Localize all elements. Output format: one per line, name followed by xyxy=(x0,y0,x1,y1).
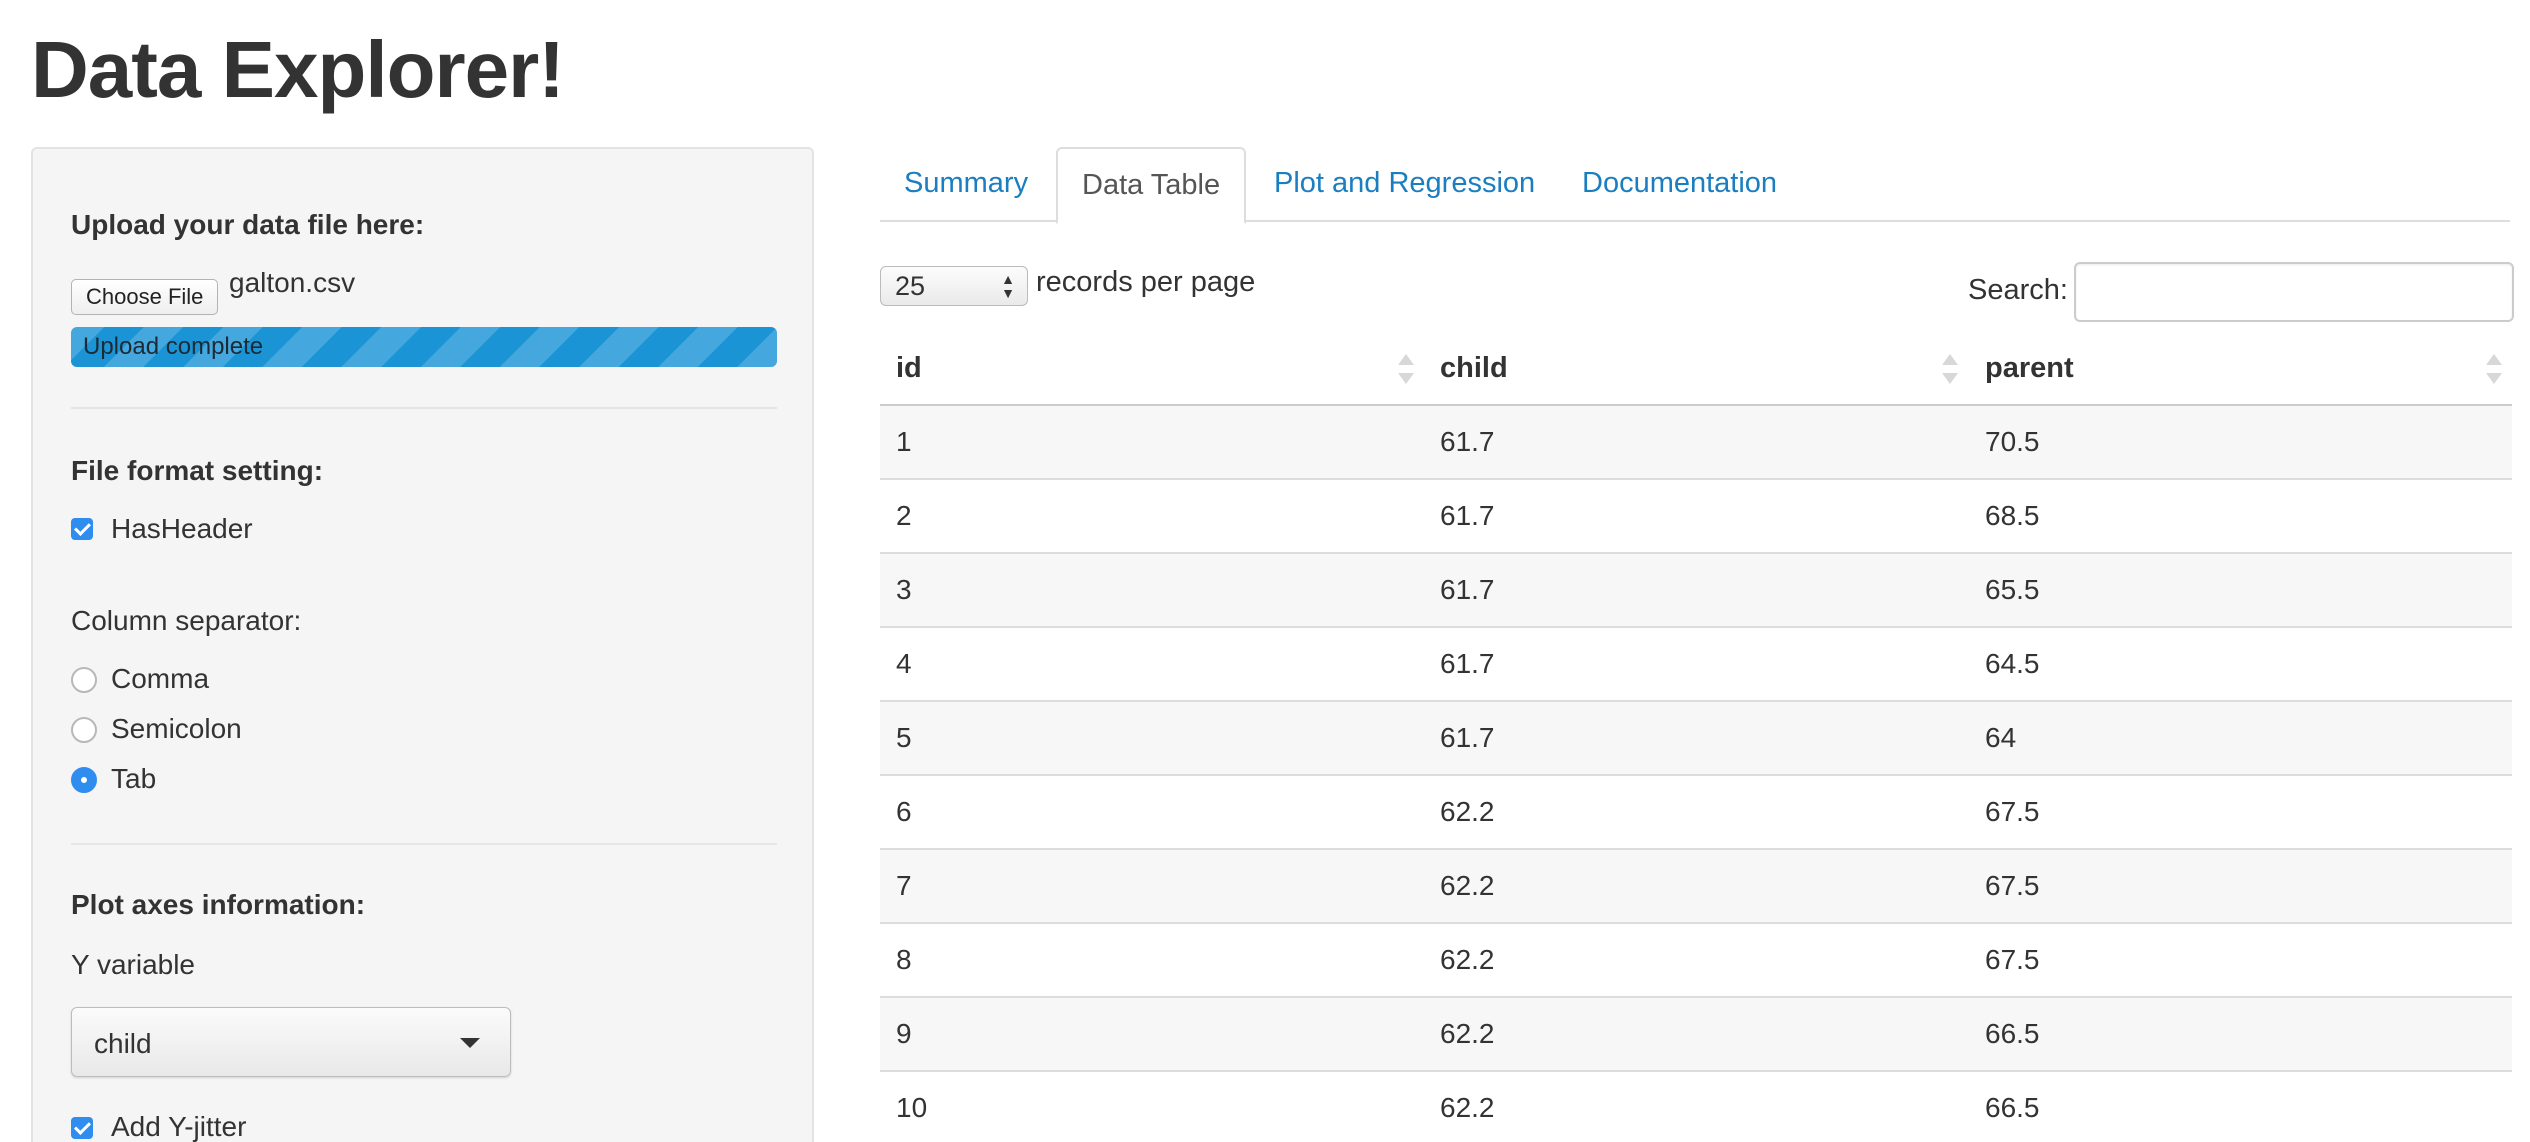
upload-progress-bar: Upload complete xyxy=(71,327,777,367)
y-variable-label: Y variable xyxy=(71,949,196,980)
column-header-id[interactable]: id xyxy=(896,352,922,385)
tab-plot-and-regression[interactable]: Plot and Regression xyxy=(1250,147,1559,222)
y-jitter-checkbox[interactable] xyxy=(71,1117,93,1139)
column-header-child[interactable]: child xyxy=(1440,352,1508,385)
data-table: id child parent 1 61.7 70.5 2 61.7 68.5 3 61.7 6… xyxy=(880,332,2512,1142)
table-cell-id: 4 xyxy=(896,648,912,679)
sort-icon[interactable] xyxy=(2486,354,2502,384)
table-row: 9 62.2 66.5 xyxy=(880,998,2512,1072)
table-row: 3 61.7 65.5 xyxy=(880,554,2512,628)
table-cell-id: 6 xyxy=(896,796,912,827)
tab-bar: Summary Data Table Plot and Regression D… xyxy=(880,147,2510,224)
table-row: 2 61.7 68.5 xyxy=(880,480,2512,554)
plot-axes-label: Plot axes information: xyxy=(71,889,366,920)
upload-label: Upload your data file here: xyxy=(71,209,425,240)
table-cell-parent: 70.5 xyxy=(1985,426,2040,457)
table-row: 5 61.7 64 xyxy=(880,702,2512,776)
table-cell-child: 61.7 xyxy=(1440,648,1495,679)
sort-icon[interactable] xyxy=(1398,354,1414,384)
table-row: 7 62.2 67.5 xyxy=(880,850,2512,924)
table-row: 8 62.2 67.5 xyxy=(880,924,2512,998)
table-cell-id: 8 xyxy=(896,944,912,975)
table-cell-child: 62.2 xyxy=(1440,944,1495,975)
records-per-page-label: records per page xyxy=(1036,266,1256,298)
y-variable-value: child xyxy=(94,1028,152,1059)
table-cell-parent: 67.5 xyxy=(1985,944,2040,975)
choose-file-button[interactable]: Choose File xyxy=(71,279,219,315)
table-row: 10 62.2 66.5 xyxy=(880,1072,2512,1142)
table-cell-id: 7 xyxy=(896,870,912,901)
search-label: Search: xyxy=(1968,274,2068,306)
table-header: id child parent xyxy=(880,332,2512,406)
file-format-label: File format setting: xyxy=(71,455,324,486)
radio-semicolon-label: Semicolon xyxy=(111,713,242,744)
has-header-checkbox[interactable] xyxy=(71,518,93,540)
table-cell-parent: 66.5 xyxy=(1985,1092,2040,1123)
table-cell-id: 3 xyxy=(896,574,912,605)
radio-semicolon[interactable] xyxy=(71,717,97,743)
table-cell-id: 9 xyxy=(896,1018,912,1049)
has-header-label: HasHeader xyxy=(111,513,253,544)
table-cell-child: 61.7 xyxy=(1440,722,1495,753)
column-header-parent[interactable]: parent xyxy=(1985,352,2074,385)
file-name: galton.csv xyxy=(229,267,356,298)
table-row: 6 62.2 67.5 xyxy=(880,776,2512,850)
table-cell-child: 62.2 xyxy=(1440,1018,1495,1049)
table-row: 4 61.7 64.5 xyxy=(880,628,2512,702)
table-cell-child: 61.7 xyxy=(1440,500,1495,531)
table-cell-parent: 68.5 xyxy=(1985,500,2040,531)
table-cell-id: 1 xyxy=(896,426,912,457)
caret-down-icon xyxy=(460,1038,480,1048)
table-cell-parent: 66.5 xyxy=(1985,1018,2040,1049)
radio-comma-label: Comma xyxy=(111,663,210,694)
table-body: 1 61.7 70.5 2 61.7 68.5 3 61.7 65.5 4 61.7 64.5 5 61.… xyxy=(880,406,2512,1142)
search-input[interactable] xyxy=(2074,262,2514,322)
table-cell-id: 5 xyxy=(896,722,912,753)
divider xyxy=(71,407,777,409)
y-variable-select[interactable]: child xyxy=(71,1007,511,1077)
table-cell-child: 62.2 xyxy=(1440,1092,1495,1123)
table-cell-parent: 64.5 xyxy=(1985,648,2040,679)
tab-data-table[interactable]: Data Table xyxy=(1056,147,1247,224)
tab-documentation[interactable]: Documentation xyxy=(1558,147,1801,222)
table-cell-parent: 65.5 xyxy=(1985,574,2040,605)
sidebar-panel: Upload your data file here: Choose File … xyxy=(31,147,814,1142)
table-cell-id: 2 xyxy=(896,500,912,531)
table-cell-parent: 67.5 xyxy=(1985,870,2040,901)
page-length-value: 25 xyxy=(895,271,926,301)
page-title: Data Explorer! xyxy=(31,25,565,114)
column-separator-label: Column separator: xyxy=(71,605,302,636)
radio-comma[interactable] xyxy=(71,667,97,693)
divider xyxy=(71,843,777,845)
page-length-select[interactable]: 25 ▲ ▼ xyxy=(880,266,1028,306)
table-cell-child: 62.2 xyxy=(1440,796,1495,827)
table-cell-parent: 67.5 xyxy=(1985,796,2040,827)
table-cell-id: 10 xyxy=(896,1092,928,1123)
tab-summary[interactable]: Summary xyxy=(880,147,1052,222)
radio-tab-label: Tab xyxy=(111,763,157,794)
table-cell-child: 61.7 xyxy=(1440,574,1495,605)
select-arrows-icon: ▲ ▼ xyxy=(1001,271,1015,301)
radio-tab[interactable] xyxy=(71,767,97,793)
y-jitter-label: Add Y-jitter xyxy=(111,1111,247,1142)
table-cell-child: 62.2 xyxy=(1440,870,1495,901)
table-row: 1 61.7 70.5 xyxy=(880,406,2512,480)
upload-status: Upload complete xyxy=(83,333,264,360)
table-cell-child: 61.7 xyxy=(1440,426,1495,457)
sort-icon[interactable] xyxy=(1942,354,1958,384)
table-cell-parent: 64 xyxy=(1985,722,2017,753)
